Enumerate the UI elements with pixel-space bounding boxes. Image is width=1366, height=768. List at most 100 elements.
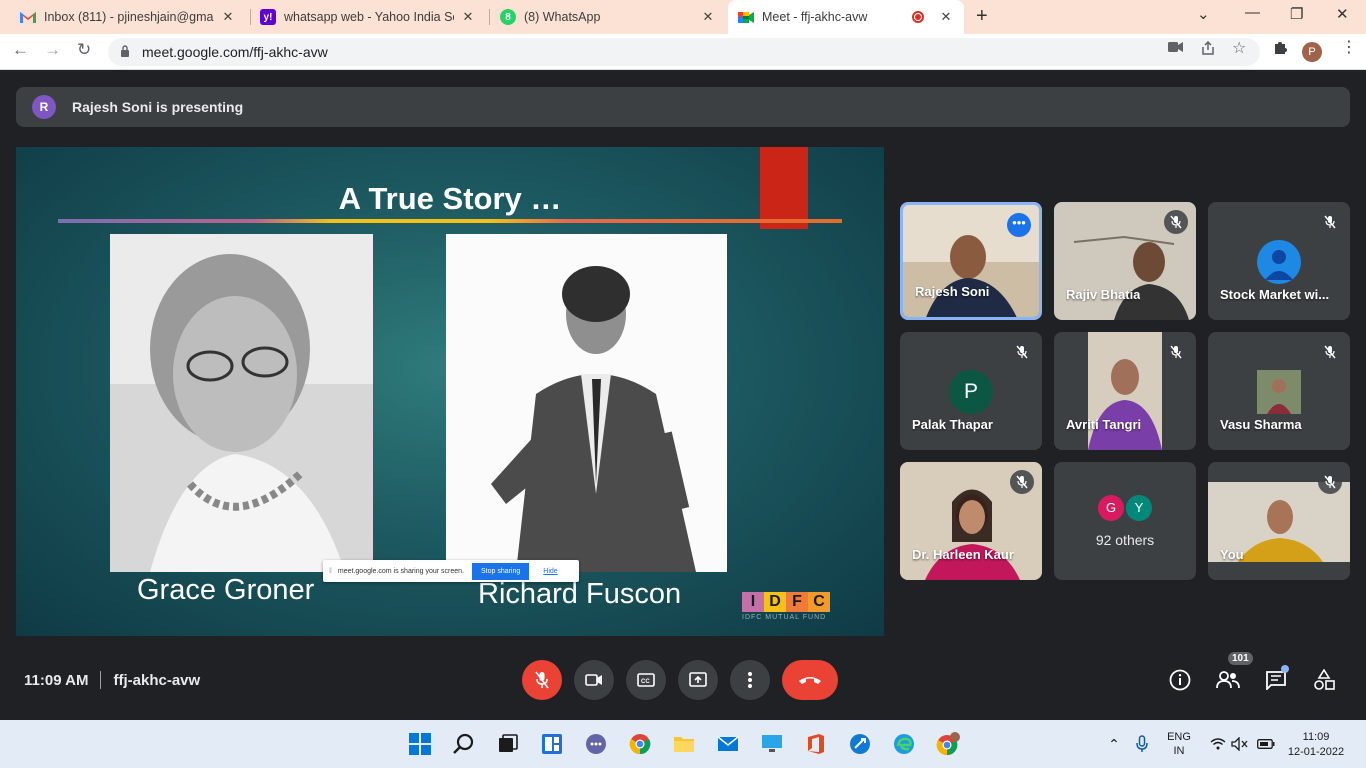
participant-tile-rajesh-soni[interactable]: ••• Rajesh Soni	[900, 202, 1042, 320]
screen-sharing-notice: ‖ meet.google.com is sharing your screen…	[323, 560, 579, 582]
logo-letter: I	[742, 592, 764, 612]
profile-avatar[interactable]: P	[1302, 42, 1322, 62]
task-view-icon[interactable]	[496, 732, 520, 756]
muted-mic-icon	[1164, 210, 1188, 234]
presenting-banner: R Rajesh Soni is presenting	[16, 87, 1350, 127]
forward-button[interactable]: →	[44, 40, 61, 60]
address-bar[interactable]: meet.google.com/ffj-akhc-avw	[108, 38, 1260, 66]
grace-groner-photo	[110, 234, 373, 572]
battery-icon[interactable]	[1254, 732, 1278, 756]
participant-tile-you[interactable]: You	[1208, 462, 1350, 580]
present-screen-button[interactable]	[678, 660, 718, 700]
meeting-details-button[interactable]	[1168, 668, 1192, 692]
back-button[interactable]: ←	[12, 40, 29, 60]
participant-tile-others[interactable]: G Y 92 others	[1054, 462, 1196, 580]
wifi-icon[interactable]	[1206, 732, 1230, 756]
search-icon[interactable]	[452, 732, 476, 756]
tab-title: whatsapp web - Yahoo India Sear	[284, 10, 454, 24]
chrome-profile-icon[interactable]	[936, 732, 960, 756]
leave-call-button[interactable]	[782, 660, 838, 700]
participant-name: Palak Thapar	[912, 417, 993, 432]
chrome-icon[interactable]	[628, 732, 652, 756]
participant-name: Avriti Tangri	[1066, 417, 1142, 432]
camera-icon[interactable]	[1168, 40, 1184, 56]
divider	[100, 671, 102, 689]
monitor-icon[interactable]	[760, 732, 784, 756]
recording-icon	[912, 11, 924, 23]
mail-icon[interactable]	[716, 732, 740, 756]
quick-assist-icon[interactable]	[848, 732, 872, 756]
mic-off-icon	[535, 671, 549, 689]
people-button[interactable]	[1216, 668, 1240, 692]
teams-chat-icon[interactable]	[584, 732, 608, 756]
volume-muted-icon[interactable]	[1228, 732, 1252, 756]
muted-mic-icon	[1318, 210, 1342, 234]
participant-name: Stock Market wi...	[1220, 287, 1330, 302]
svg-text:CC: CC	[641, 679, 650, 685]
logo-letter: C	[808, 592, 830, 612]
participant-tile-avriti-tangri[interactable]: Avriti Tangri	[1054, 332, 1196, 450]
slide-title: A True Story …	[338, 181, 562, 216]
widgets-icon[interactable]	[540, 732, 564, 756]
more-options-button[interactable]	[730, 660, 770, 700]
tab-gmail[interactable]: Inbox (811) - pjineshjain@gmail.c ✕	[10, 0, 246, 34]
presentation-screen[interactable]: A True Story … Grace Groner Richard Fusc…	[16, 147, 884, 636]
drag-handle-icon[interactable]: ‖	[329, 568, 332, 575]
muted-mic-icon	[1318, 470, 1342, 494]
meet-window: R Rajesh Soni is presenting A True Story…	[0, 70, 1366, 720]
more-vert-icon	[748, 672, 752, 688]
lock-icon	[120, 44, 134, 60]
share-icon[interactable]	[1200, 40, 1216, 59]
new-tab-button[interactable]: +	[976, 5, 988, 28]
file-explorer-icon[interactable]	[672, 732, 696, 756]
muted-mic-icon	[1010, 340, 1034, 364]
microphone-toggle-button[interactable]	[522, 660, 562, 700]
clock[interactable]: 11:09 12-01-2022	[1284, 730, 1348, 760]
activities-icon	[1314, 669, 1335, 690]
language-indicator[interactable]: ENG IN	[1162, 730, 1196, 758]
extensions-icon[interactable]	[1272, 40, 1288, 59]
tab-yahoo[interactable]: y! whatsapp web - Yahoo India Sear ✕	[250, 0, 486, 34]
logo-letter: D	[764, 592, 786, 612]
participant-tile-vasu-sharma[interactable]: Vasu Sharma	[1208, 332, 1350, 450]
show-hidden-icons[interactable]: ⌃	[1102, 732, 1126, 756]
close-icon[interactable]: ✕	[220, 9, 236, 25]
office-icon[interactable]	[804, 732, 828, 756]
microphone-tray-icon[interactable]	[1130, 732, 1154, 756]
participant-tile-rajiv-bhatia[interactable]: Rajiv Bhatia	[1054, 202, 1196, 320]
muted-mic-icon	[1318, 340, 1342, 364]
gmail-icon	[20, 9, 36, 25]
window-close-button[interactable]: ✕	[1336, 5, 1349, 23]
captions-icon: CC	[637, 673, 655, 687]
others-count: 92 others	[1095, 532, 1155, 548]
tab-title: (8) WhatsApp	[524, 10, 601, 24]
activities-button[interactable]	[1312, 668, 1336, 692]
hide-button[interactable]: Hide	[543, 568, 557, 575]
share-notice-text: meet.google.com is sharing your screen.	[337, 567, 464, 575]
clock-date: 12-01-2022	[1287, 746, 1345, 758]
more-options-icon[interactable]: •••	[1007, 213, 1031, 237]
camera-toggle-button[interactable]	[574, 660, 614, 700]
start-icon[interactable]	[408, 732, 432, 756]
logo-letter: F	[786, 592, 808, 612]
captions-button[interactable]: CC	[626, 660, 666, 700]
participant-name: Rajiv Bhatia	[1066, 287, 1141, 302]
restore-button[interactable]: ❐	[1290, 5, 1303, 23]
close-icon[interactable]: ✕	[700, 9, 716, 25]
close-icon[interactable]: ✕	[938, 9, 954, 25]
participant-avatar: G	[1098, 495, 1124, 521]
tab-meet[interactable]: Meet - ffj-akhc-avw ✕	[728, 0, 964, 34]
stop-sharing-button[interactable]: Stop sharing	[471, 562, 530, 580]
tab-whatsapp[interactable]: 8 (8) WhatsApp ✕	[490, 0, 726, 34]
close-icon[interactable]: ✕	[460, 9, 476, 25]
participant-tile-harleen-kaur[interactable]: Dr. Harleen Kaur	[900, 462, 1042, 580]
participant-tile-palak-thapar[interactable]: P Palak Thapar	[900, 332, 1042, 450]
reload-button[interactable]: ↻	[77, 40, 91, 60]
menu-icon[interactable]: ⋮	[1341, 37, 1357, 57]
present-icon	[689, 672, 707, 687]
participant-tile-stock-market[interactable]: Stock Market wi...	[1208, 202, 1350, 320]
minimize-button[interactable]: —	[1245, 4, 1260, 21]
edge-icon[interactable]	[892, 732, 916, 756]
tab-search-icon[interactable]: ⌄	[1197, 5, 1210, 23]
bookmark-star-icon[interactable]: ☆	[1232, 38, 1246, 58]
